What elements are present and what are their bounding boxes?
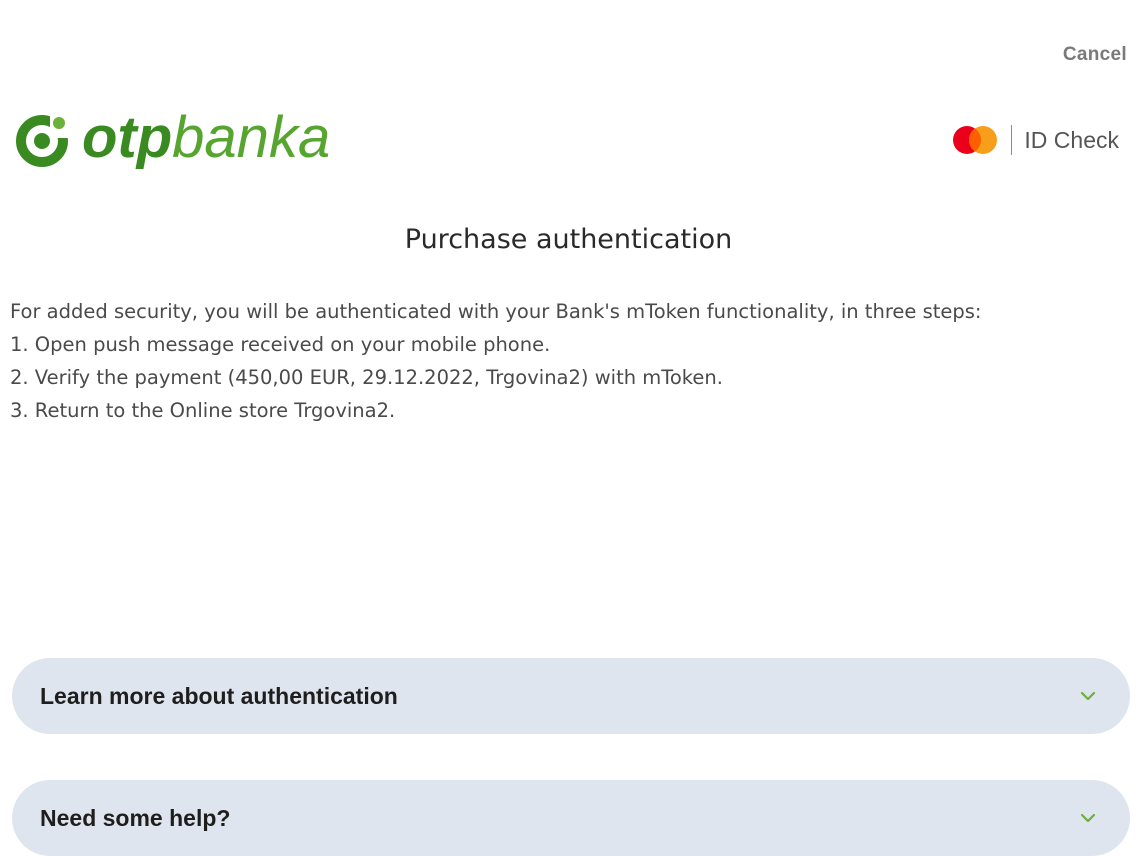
page-title: Purchase authentication [404, 224, 733, 255]
instructions: For added security, you will be authenti… [10, 295, 1120, 427]
step-3: 3. Return to the Online store Trgovina2. [10, 399, 396, 422]
id-check-divider [1011, 125, 1013, 155]
chevron-down-icon [1080, 691, 1096, 701]
id-check-label: ID Check [1024, 126, 1119, 153]
mastercard-id-check: ID Check [949, 124, 1119, 156]
cancel-link[interactable]: Cancel [1063, 44, 1127, 66]
mastercard-logo-icon [953, 126, 998, 154]
logo-wordmark: otpbanka [82, 109, 330, 167]
accordion-learn-more-label: Learn more about authentication [40, 682, 398, 709]
accordion-need-help-label: Need some help? [40, 804, 231, 831]
logo-text-banka: banka [172, 105, 331, 170]
logo-text-otp: otp [82, 105, 173, 170]
intro-text: For added security, you will be authenti… [10, 300, 982, 323]
accordion-learn-more[interactable]: Learn more about authentication [12, 658, 1130, 734]
accordion-need-help[interactable]: Need some help? [12, 780, 1130, 856]
otp-bank-logo: otpbanka [12, 108, 330, 172]
chevron-down-icon [1080, 813, 1096, 823]
step-1: 1. Open push message received on your mo… [10, 333, 551, 356]
step-2: 2. Verify the payment (450,00 EUR, 29.12… [10, 366, 723, 389]
otp-logo-mark-icon [16, 115, 70, 167]
